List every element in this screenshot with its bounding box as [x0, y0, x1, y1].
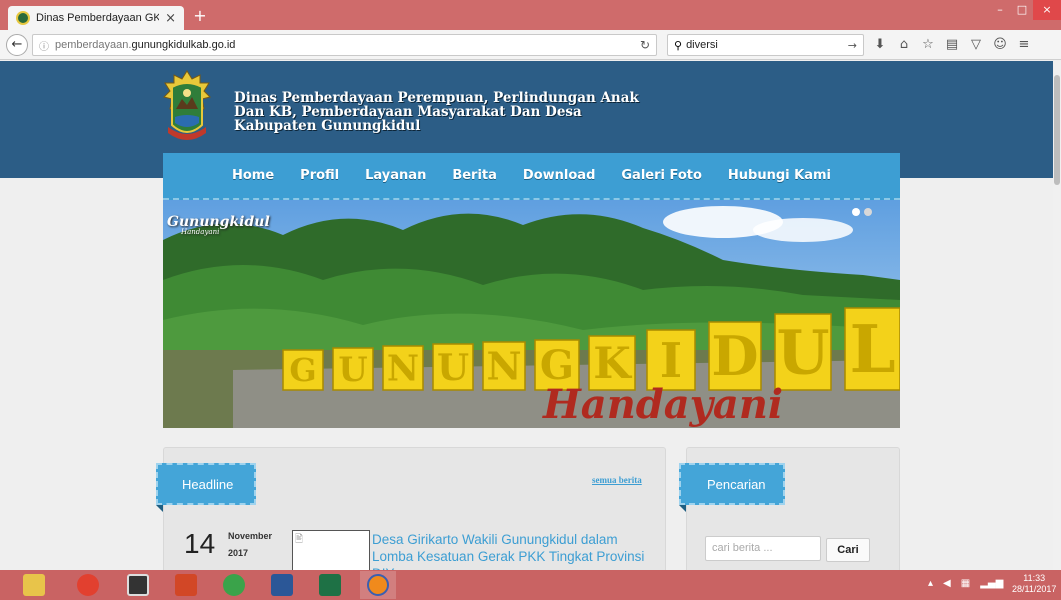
sign-letter: N	[387, 348, 419, 389]
new-tab-button[interactable]: +	[190, 7, 210, 27]
globe-icon	[223, 574, 245, 596]
page-scrollbar[interactable]	[1053, 61, 1061, 570]
sign-letter: U	[776, 317, 829, 388]
maximize-button[interactable]: □	[1011, 0, 1033, 20]
news-month: November	[228, 531, 273, 541]
site-favicon-icon	[16, 11, 30, 25]
search-query[interactable]: diversi	[686, 39, 844, 51]
broken-image-icon: 🖹	[295, 534, 304, 545]
signal-icon[interactable]: ▂▄▆	[980, 578, 1003, 589]
firefox-icon	[367, 574, 389, 596]
emoji-icon[interactable]: ☺	[992, 36, 1008, 54]
powerpoint-button[interactable]	[168, 571, 204, 599]
headline-ribbon: Headline	[156, 463, 256, 512]
search-button[interactable]: Cari	[826, 538, 870, 562]
browser-tab[interactable]: Dinas Pemberdayaan GK ×	[8, 6, 184, 30]
red-app-icon	[77, 574, 99, 596]
menu-galeri-foto[interactable]: Galeri Foto	[613, 168, 710, 183]
sign-letter: L	[849, 311, 895, 388]
terminal-button[interactable]	[120, 571, 156, 599]
excel-button[interactable]	[312, 571, 348, 599]
slider-bullets	[852, 208, 872, 216]
news-search-input[interactable]: cari berita ...	[705, 536, 821, 561]
sign-letter: U	[338, 349, 367, 389]
system-tray: ▴ ◀ ▦ ▂▄▆	[928, 578, 1003, 589]
sign-letter: G	[289, 351, 316, 389]
sign-letter: U	[437, 345, 469, 389]
tab-close-icon[interactable]: ×	[165, 11, 176, 26]
banner-brand: Gunungkidul Handayani	[167, 214, 270, 236]
app-button-red[interactable]	[70, 571, 106, 599]
menu-home[interactable]: Home	[224, 168, 282, 183]
terminal-icon	[127, 574, 149, 596]
file-explorer-button[interactable]	[16, 571, 52, 599]
powerpoint-icon	[175, 574, 197, 596]
address-bar[interactable]: ⓘ pemberdayaan.gunungkidulkab.go.id ↻	[32, 34, 657, 56]
slider-dot-1[interactable]	[852, 208, 860, 216]
search-go-icon[interactable]: →	[848, 39, 857, 52]
network-icon[interactable]: ▦	[961, 578, 970, 589]
search-ribbon: Pencarian	[679, 463, 785, 512]
back-button[interactable]: ←	[6, 34, 28, 56]
sign-letter: I	[660, 333, 682, 389]
all-news-link[interactable]: semua berita	[592, 475, 642, 485]
volume-icon[interactable]: ◀	[943, 578, 951, 589]
page-viewport: Dinas Pemberdayaan Perempuan, Perlindung…	[0, 61, 1053, 570]
pocket-icon[interactable]: ▽	[968, 36, 984, 54]
home-icon[interactable]: ⌂	[896, 36, 912, 54]
bookmark-star-icon[interactable]: ☆	[920, 36, 936, 54]
news-year: 2017	[228, 548, 249, 558]
search-box[interactable]: ⚲ diversi →	[667, 34, 864, 56]
reading-list-icon[interactable]: ▤	[944, 36, 960, 54]
sign-letter: N	[486, 344, 521, 389]
sign-letter: G	[540, 342, 574, 389]
slider-dot-2[interactable]	[864, 208, 872, 216]
network-app-button[interactable]	[216, 571, 252, 599]
news-thumbnail[interactable]: 🖹	[292, 530, 370, 570]
url-text[interactable]: pemberdayaan.gunungkidulkab.go.id	[55, 39, 634, 51]
menu-profil[interactable]: Profil	[292, 168, 347, 183]
news-day: 14	[184, 528, 216, 559]
menu-download[interactable]: Download	[515, 168, 603, 183]
headline-panel: Headline semua berita 14 November 2017 🖹…	[156, 447, 666, 570]
download-icon[interactable]: ⬇	[872, 36, 888, 54]
sign-letter: K	[593, 338, 632, 389]
system-clock[interactable]: 11:33 28/11/2017	[1012, 573, 1056, 595]
minimize-button[interactable]: –	[989, 0, 1011, 20]
site-title[interactable]: Dinas Pemberdayaan Perempuan, Perlindung…	[234, 91, 654, 133]
window-controls: – □ ×	[989, 0, 1061, 20]
banner-slider[interactable]: Handayani GUNUNGKIDUL Gunungkidul Handay…	[163, 200, 900, 428]
banner-image: Handayani GUNUNGKIDUL	[163, 200, 900, 428]
menu-hubungi-kami[interactable]: Hubungi Kami	[720, 168, 839, 183]
gunungkidul-logo-icon[interactable]	[162, 69, 212, 145]
excel-icon	[319, 574, 341, 596]
firefox-button[interactable]	[360, 571, 396, 599]
magnifier-icon: ⚲	[674, 38, 683, 52]
taskbar: ▴ ◀ ▦ ▂▄▆ 11:33 28/11/2017	[0, 570, 1061, 600]
menu-icon[interactable]: ≡	[1016, 36, 1032, 54]
info-icon[interactable]: ⓘ	[39, 38, 49, 53]
tab-title: Dinas Pemberdayaan GK	[36, 12, 160, 24]
tray-arrow-icon[interactable]: ▴	[928, 578, 933, 589]
folder-icon	[23, 574, 45, 596]
main-menu: Home Profil Layanan Berita Download Gale…	[163, 153, 900, 200]
browser-titlebar: Dinas Pemberdayaan GK × + – □ ×	[0, 0, 1061, 30]
scrollbar-thumb[interactable]	[1054, 75, 1060, 185]
browser-navbar: ← ⓘ pemberdayaan.gunungkidulkab.go.id ↻ …	[0, 30, 1061, 60]
menu-layanan[interactable]: Layanan	[357, 168, 434, 183]
reload-icon[interactable]: ↻	[640, 38, 650, 52]
toolbar-icons: ⬇ ⌂ ☆ ▤ ▽ ☺ ≡	[872, 36, 1032, 54]
menu-berita[interactable]: Berita	[444, 168, 505, 183]
sign-letter: D	[711, 324, 758, 388]
news-title-link[interactable]: Desa Girikarto Wakili Gunungkidul dalam …	[372, 531, 657, 570]
search-panel: Pencarian cari berita ... Cari	[679, 447, 900, 570]
word-icon	[271, 574, 293, 596]
word-button[interactable]	[264, 571, 300, 599]
close-window-button[interactable]: ×	[1033, 0, 1061, 20]
